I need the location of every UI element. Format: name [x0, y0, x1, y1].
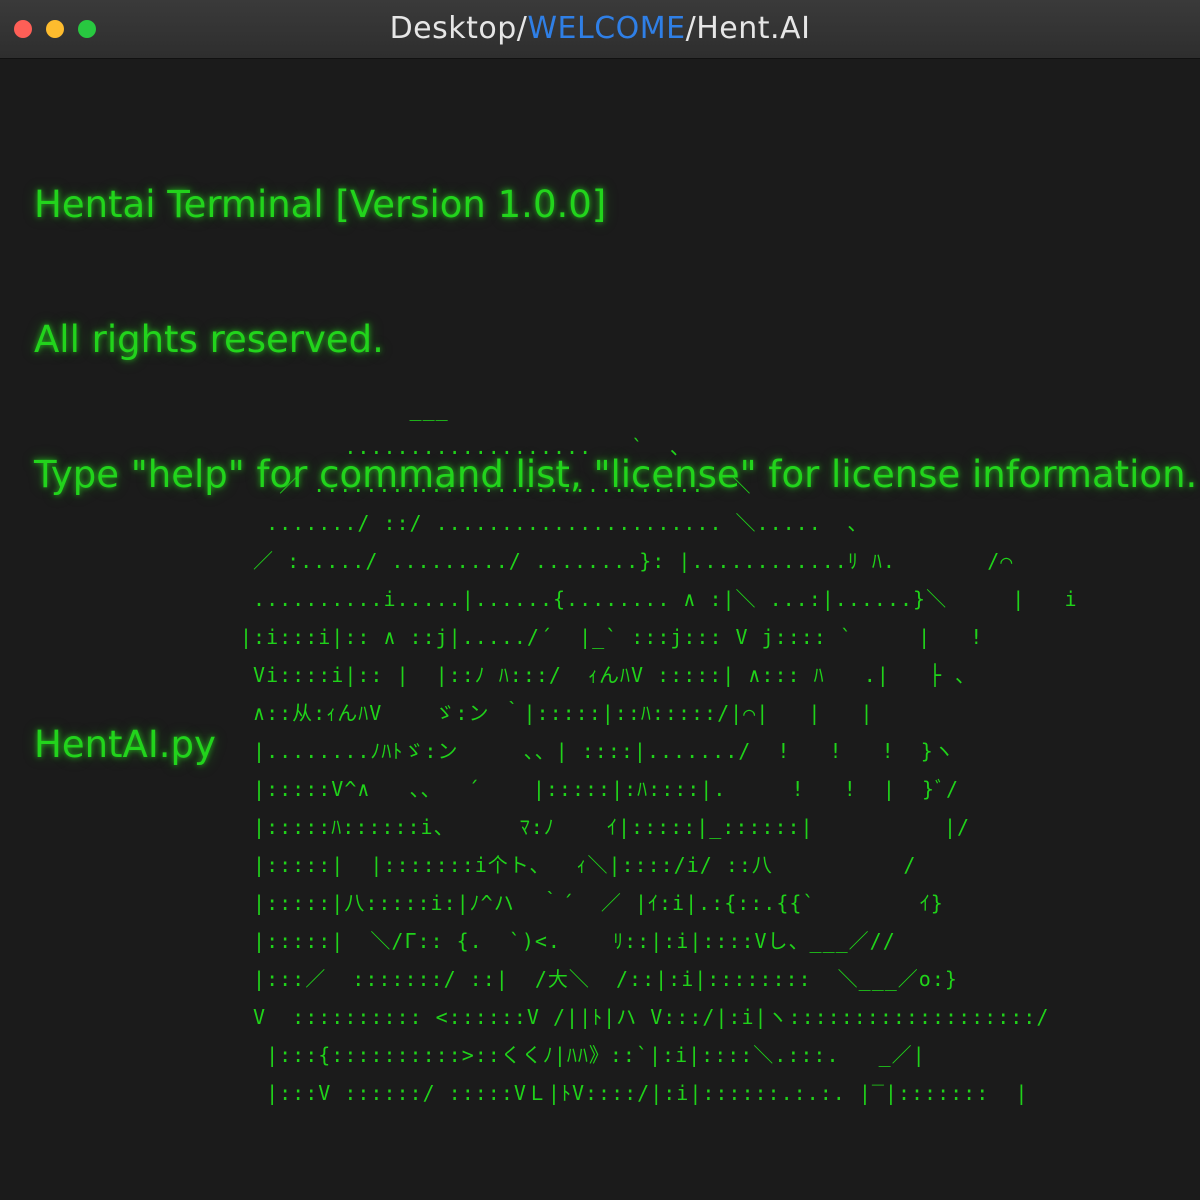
title-path-suffix: /Hent.AI — [685, 11, 811, 46]
ascii-art: ___ ................... ` ､ ／ ..........… — [240, 397, 1078, 1105]
terminal-line-rights: All rights reserved. — [34, 318, 384, 361]
title-bar[interactable]: Desktop/WELCOME/Hent.AI — [0, 0, 1200, 59]
window-title: Desktop/WELCOME/Hent.AI — [0, 0, 1200, 58]
terminal-window: Desktop/WELCOME/Hent.AI Hentai Terminal … — [0, 0, 1200, 1200]
title-path-prefix: Desktop/ — [389, 11, 528, 46]
terminal-line-version: Hentai Terminal [Version 1.0.0] — [34, 183, 607, 226]
title-path-highlight: WELCOME — [527, 11, 686, 46]
